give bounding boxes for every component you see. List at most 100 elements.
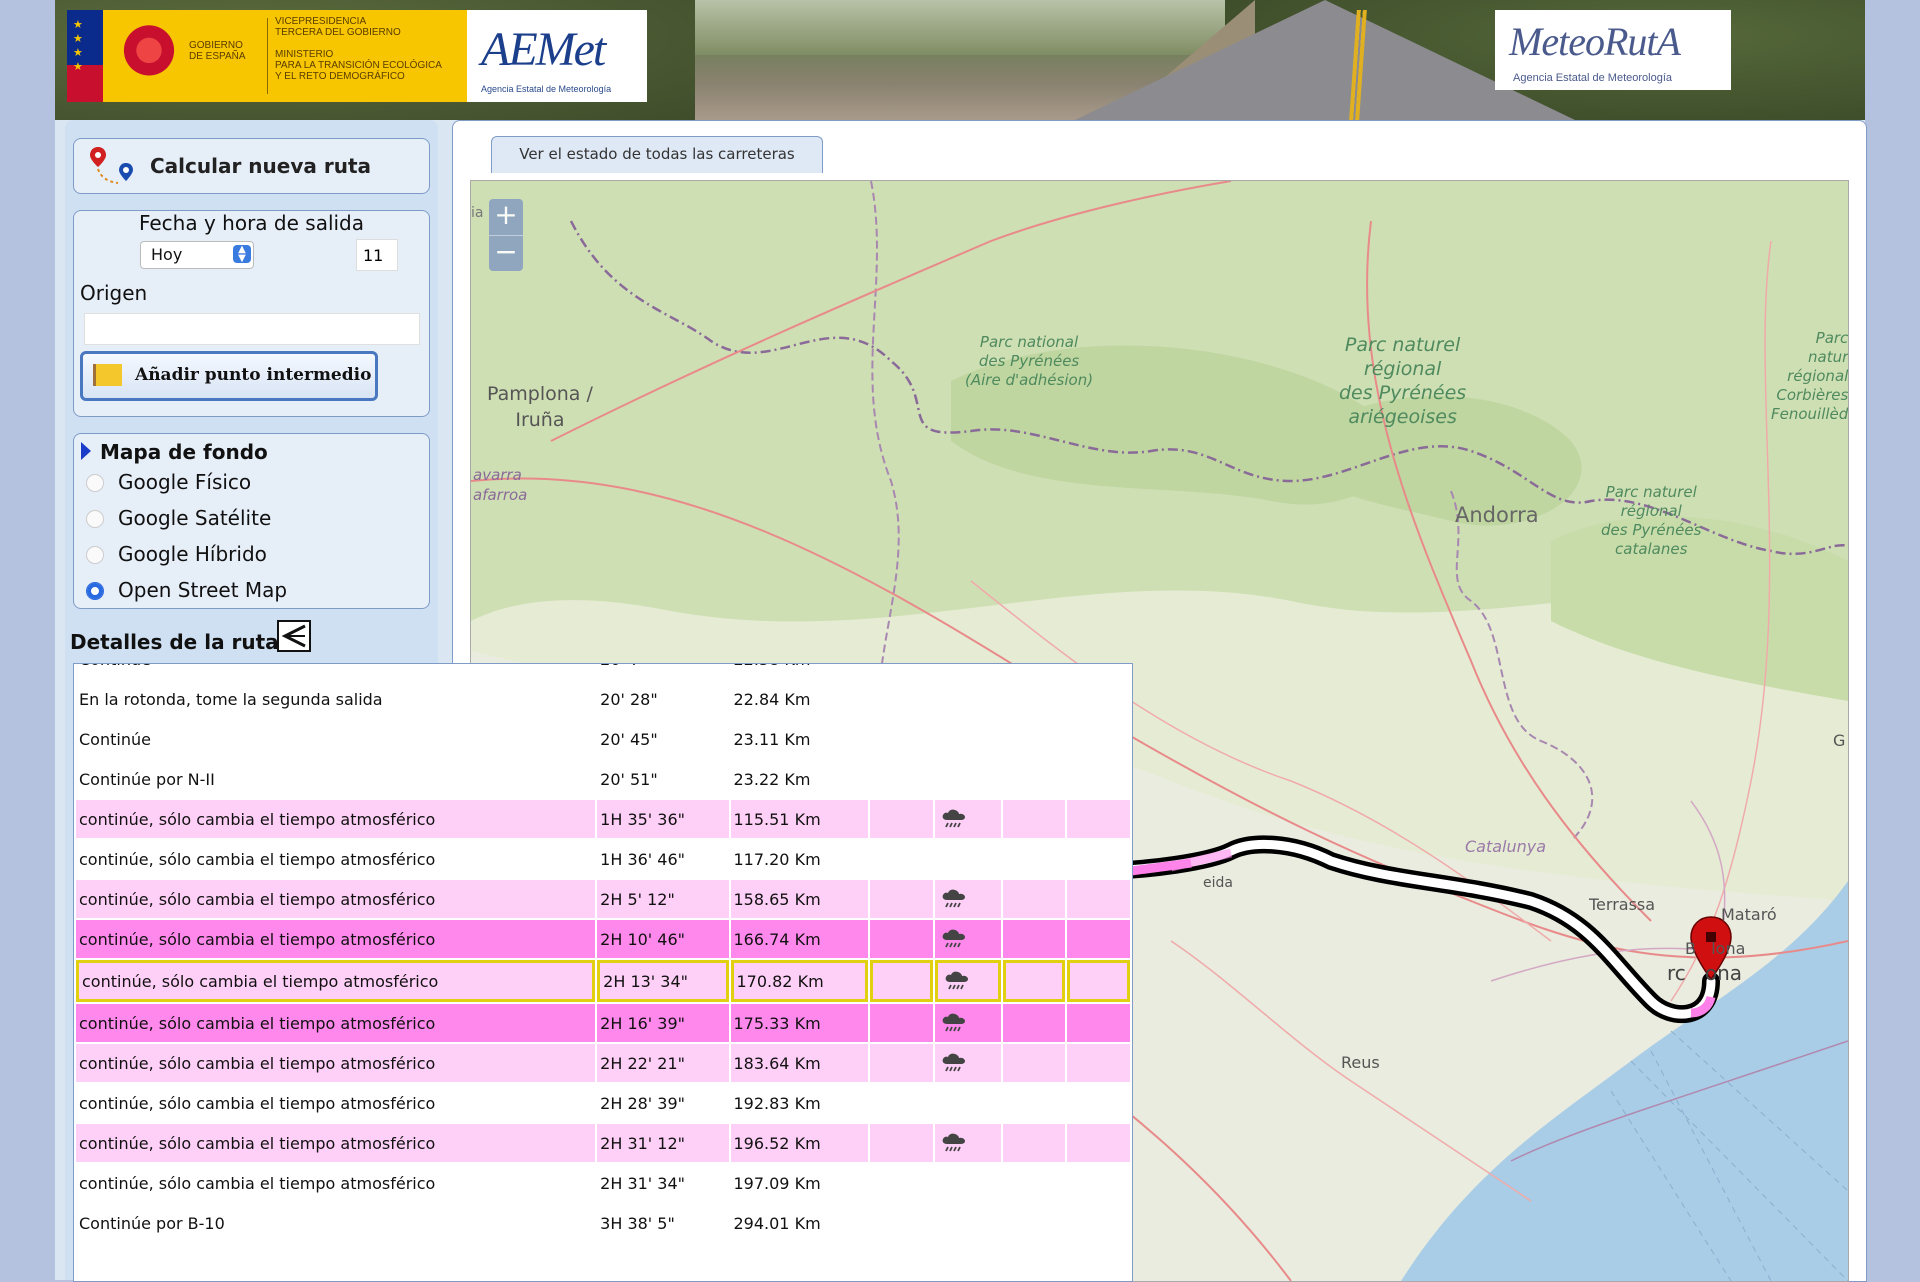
weather-cell (870, 840, 934, 878)
table-row-selected[interactable]: continúe, sólo cambia el tiempo atmosfér… (76, 960, 1130, 1002)
map-label-ariegeoises: Parc naturel régional des Pyrénées ariég… (1339, 334, 1467, 428)
radio-button[interactable] (86, 510, 104, 528)
map-label-lleida: eida (1203, 875, 1233, 891)
weather-cell (1067, 1124, 1130, 1162)
table-row[interactable]: continúe, sólo cambia el tiempo atmosfér… (76, 1124, 1130, 1162)
weather-cell (935, 760, 1001, 798)
distance-cell: 22.84 Km (730, 680, 869, 718)
weather-cell (1002, 840, 1066, 878)
time-cell: 3H 38' 5" (597, 1204, 729, 1242)
departure-panel: Fecha y hora de salida Hoy ▲ ▼ 11 Origen … (73, 210, 430, 417)
instruction-cell: continúe, sólo cambia el tiempo atmosfér… (76, 880, 596, 918)
base-map-panel: Mapa de fondo Google Físico Google Satél… (73, 433, 430, 609)
radio-label: Google Híbrido (118, 542, 267, 566)
table-row[interactable]: Continúe 20' 45" 23.11 Km (76, 720, 1130, 758)
weather-cell (1067, 1204, 1130, 1242)
calc-route-button[interactable]: Calcular nueva ruta (73, 138, 430, 194)
distance-cell: 183.64 Km (730, 1044, 869, 1082)
weather-cell (1067, 1004, 1130, 1042)
table-row[interactable]: continúe, sólo cambia el tiempo atmosfér… (76, 840, 1130, 878)
radio-button[interactable] (86, 474, 104, 492)
table-row[interactable]: continúe, sólo cambia el tiempo atmosfér… (76, 1004, 1130, 1042)
instruction-cell: continúe, sólo cambia el tiempo atmosfér… (76, 920, 596, 958)
map-label-barcelona: rc ona (1667, 961, 1743, 985)
distance-cell: 294.01 Km (730, 1204, 869, 1242)
zoom-in-button[interactable]: + (489, 199, 523, 233)
map-label-andorra: Andorra (1455, 503, 1539, 527)
time-cell: 2H 31' 12" (597, 1124, 729, 1162)
table-row[interactable]: continúe, sólo cambia el tiempo atmosfér… (76, 920, 1130, 958)
weather-cell (870, 664, 934, 678)
instruction-cell: Continúe por B-10 (76, 1204, 596, 1242)
map-label-catalunya: Catalunya (1465, 837, 1547, 856)
route-pins-icon (90, 147, 133, 184)
instruction-cell: continúe, sólo cambia el tiempo atmosfér… (76, 1004, 596, 1042)
zoom-out-button[interactable]: − (489, 235, 523, 270)
rain-icon (935, 1004, 1001, 1042)
table-row[interactable]: En la rotonda, tome la segunda salida 20'… (76, 680, 1130, 718)
table-row[interactable]: continúe, sólo cambia el tiempo atmosfér… (76, 800, 1130, 838)
meteoruta-logo[interactable]: MeteoRutA Agencia Estatal de Meteorologí… (1495, 10, 1731, 90)
weather-cell (1067, 664, 1130, 678)
map-label-parc-national: Parc national des Pyrénées (Aire d'adhés… (965, 333, 1094, 389)
weather-cell (1002, 664, 1066, 678)
header-banner: ★ ★ ★ ★ GOBIERNO DE ESPAÑA VICEPRESIDENCIA … (55, 0, 1865, 120)
weather-cell (1067, 680, 1130, 718)
instruction-cell: En la rotonda, tome la segunda salida (76, 680, 596, 718)
time-cell: 20' 28" (597, 680, 729, 718)
weather-cell (1067, 800, 1130, 838)
gobierno-logo: ★ ★ ★ ★ GOBIERNO DE ESPAÑA VICEPRESIDENCIA … (67, 10, 522, 102)
time-cell: 2H 31' 34" (597, 1164, 729, 1202)
weather-cell (1002, 880, 1066, 918)
select-arrows-icon: ▲ ▼ (233, 245, 251, 264)
table-row[interactable]: continúe, sólo cambia el tiempo atmosfér… (76, 1164, 1130, 1202)
weather-cell (870, 1204, 934, 1242)
weather-cell (870, 720, 934, 758)
weather-cell (1067, 880, 1130, 918)
time-cell: 1H 35' 36" (597, 800, 729, 838)
radio-label: Open Street Map (118, 578, 288, 602)
radio-button-selected[interactable] (86, 582, 104, 600)
instruction-cell: continúe, sólo cambia el tiempo atmosfér… (76, 840, 596, 878)
hour-value: 11 (363, 246, 384, 265)
distance-cell: 22.58 Km (730, 664, 869, 678)
map-label-barcelona-top: B lona (1685, 939, 1746, 958)
day-select[interactable]: Hoy ▲ ▼ (140, 241, 254, 269)
time-cell: 20' 45" (597, 720, 729, 758)
weather-cell (870, 1004, 934, 1042)
table-row[interactable]: continúe, sólo cambia el tiempo atmosfér… (76, 880, 1130, 918)
table-row[interactable]: Continúe por N-II 20' 51" 23.22 Km (76, 760, 1130, 798)
weather-cell (870, 680, 934, 718)
add-waypoint-button[interactable]: Añadir punto intermedio (80, 351, 378, 401)
table-row[interactable]: continúe, sólo cambia el tiempo atmosfér… (76, 1084, 1130, 1122)
map-label-edge: ia (471, 205, 484, 221)
distance-cell: 117.20 Km (730, 840, 869, 878)
hour-field[interactable]: 11 (356, 239, 398, 271)
instruction-cell: Continúe (76, 720, 596, 758)
distance-cell: 175.33 Km (730, 1004, 869, 1042)
day-select-value: Hoy (151, 245, 183, 264)
calc-route-label: Calcular nueva ruta (150, 154, 371, 178)
table-row[interactable]: Continúe20' 7"22.58 Km (76, 664, 1130, 678)
origin-label: Origen (80, 281, 148, 305)
collapse-icon[interactable] (277, 620, 311, 652)
map-label-catalanes: Parc naturel régional des Pyrénées catal… (1601, 483, 1702, 558)
table-row[interactable]: Continúe por B-10 3H 38' 5" 294.01 Km (76, 1204, 1130, 1242)
aemet-logo[interactable]: AEMet Agencia Estatal de Meteorología (467, 10, 647, 102)
zoom-control: + − (489, 199, 523, 271)
table-row[interactable]: continúe, sólo cambia el tiempo atmosfér… (76, 1044, 1130, 1082)
expand-triangle-icon[interactable] (81, 442, 91, 460)
time-cell: 20' 51" (597, 760, 729, 798)
map-label-mataro: Mataró (1721, 905, 1777, 924)
time-cell: 2H 28' 39" (597, 1084, 729, 1122)
weather-cell (935, 664, 1001, 678)
rain-icon (935, 1044, 1001, 1082)
distance-cell: 115.51 Km (730, 800, 869, 838)
weather-cell (870, 1044, 934, 1082)
weather-cell (1067, 1084, 1130, 1122)
map-label-navarra: avarra afarroa (473, 466, 528, 504)
tab-all-roads[interactable]: Ver el estado de todas las carreteras (491, 136, 823, 173)
radio-button[interactable] (86, 546, 104, 564)
origin-input[interactable] (84, 313, 420, 345)
weather-cell (935, 680, 1001, 718)
